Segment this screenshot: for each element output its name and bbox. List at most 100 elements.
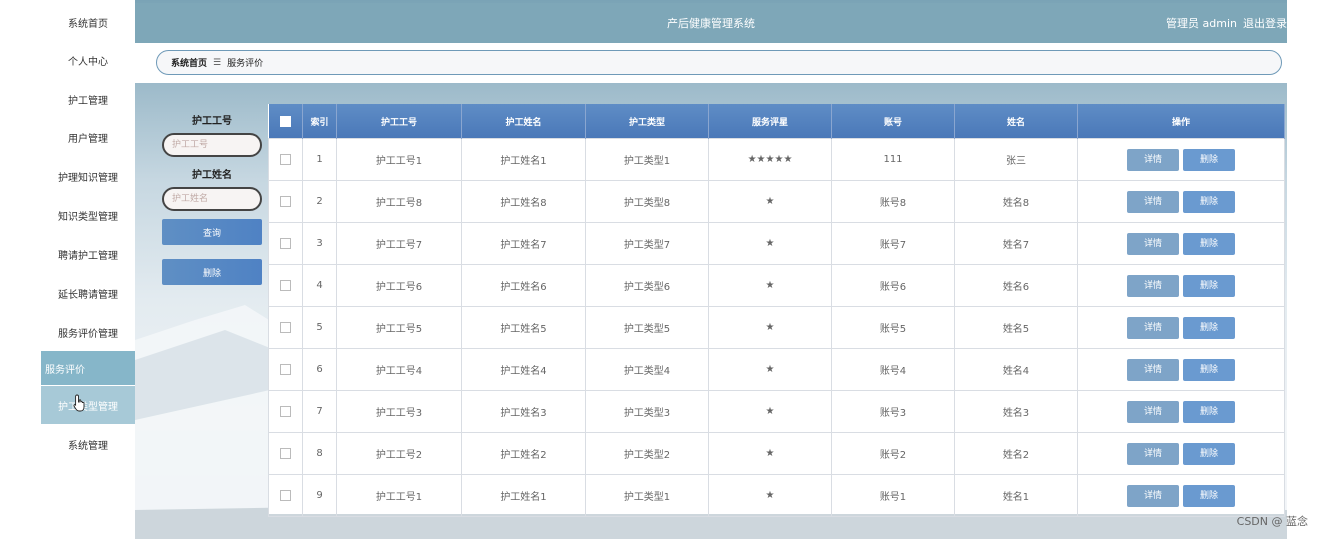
delete-button[interactable]: 删除 (1183, 232, 1235, 255)
worker-name-label: 护工姓名 (192, 170, 232, 181)
breadcrumb: 系统首页 ☰ 服务评价 (156, 50, 1282, 75)
cell-index: 8 (302, 432, 337, 475)
row-checkbox[interactable] (268, 138, 303, 181)
sidebar-item-home[interactable]: 系统首页 (41, 3, 135, 41)
detail-button[interactable]: 详情 (1127, 190, 1179, 213)
separator-icon: ☰ (213, 57, 222, 68)
checkbox-icon (280, 237, 291, 249)
cell-account: 账号7 (831, 222, 955, 265)
sidebar-item-user-management[interactable]: 用户管理 (41, 118, 135, 156)
row-checkbox[interactable] (268, 390, 303, 433)
checkbox-icon (280, 195, 291, 207)
cell-index: 7 (302, 390, 337, 433)
cell-worker-type: 护工类型3 (585, 390, 709, 433)
column-header: 姓名 (954, 104, 1078, 139)
delete-button[interactable]: 删除 (1183, 400, 1235, 423)
cell-actions: 详情 删除 (1077, 180, 1285, 223)
cell-account: 账号8 (831, 180, 955, 223)
cell-rating: ★ (708, 432, 832, 475)
select-all-checkbox[interactable] (268, 104, 303, 139)
query-button[interactable]: 查询 (162, 219, 262, 245)
column-header: 护工类型 (585, 104, 709, 139)
cell-worker-name: 护工姓名8 (461, 180, 586, 223)
cell-index: 1 (302, 138, 337, 181)
cell-rating: ★ (708, 222, 832, 265)
cell-index: 4 (302, 264, 337, 307)
detail-button[interactable]: 详情 (1127, 358, 1179, 381)
sidebar-item-system-management[interactable]: 系统管理 (41, 425, 135, 463)
column-header: 服务评星 (708, 104, 832, 139)
cell-name: 姓名5 (954, 306, 1078, 349)
sidebar-item-extend-hire[interactable]: 延长聘请管理 (41, 274, 135, 312)
detail-button[interactable]: 详情 (1127, 442, 1179, 465)
checkbox-icon (279, 115, 291, 127)
table-row: 9 护工工号1 护工姓名1 护工类型1 ★ 账号1 姓名1 详情 删除 (268, 474, 1285, 517)
breadcrumb-home[interactable]: 系统首页 (171, 56, 207, 69)
sidebar: 系统首页 个人中心 护工管理 用户管理 护理知识管理 知识类型管理 聘请护工管理… (41, 0, 135, 539)
logout-link[interactable]: 退出登录 (1243, 15, 1287, 31)
cell-account: 账号1 (831, 474, 955, 517)
sidebar-item-caregiver-type[interactable]: 护工类型管理 (41, 386, 135, 424)
cell-worker-name: 护工姓名3 (461, 390, 586, 433)
cell-rating: ★ (708, 348, 832, 391)
row-checkbox[interactable] (268, 222, 303, 265)
cell-rating: ★ (708, 180, 832, 223)
sidebar-item-service-review-management[interactable]: 服务评价管理 (41, 313, 135, 351)
delete-button[interactable]: 删除 (1183, 190, 1235, 213)
cell-index: 9 (302, 474, 337, 517)
delete-button[interactable]: 删除 (1183, 316, 1235, 339)
sidebar-item-label: 服务评价管理 (58, 328, 118, 340)
column-header: 索引 (302, 104, 337, 139)
table-row: 3 护工工号7 护工姓名7 护工类型7 ★ 账号7 姓名7 详情 删除 (268, 222, 1285, 265)
sidebar-item-service-review[interactable]: 服务评价 (41, 351, 135, 385)
cell-index: 5 (302, 306, 337, 349)
delete-button[interactable]: 删除 (1183, 274, 1235, 297)
row-checkbox[interactable] (268, 432, 303, 475)
table-row: 2 护工工号8 护工姓名8 护工类型8 ★ 账号8 姓名8 详情 删除 (268, 180, 1285, 223)
sidebar-item-hire-caregiver[interactable]: 聘请护工管理 (41, 235, 135, 273)
delete-button[interactable]: 删除 (1183, 442, 1235, 465)
checkbox-icon (280, 279, 291, 291)
sidebar-item-personal-center[interactable]: 个人中心 (41, 41, 135, 79)
detail-button[interactable]: 详情 (1127, 484, 1179, 507)
cell-account: 111 (831, 138, 955, 181)
table-row: 8 护工工号2 护工姓名2 护工类型2 ★ 账号2 姓名2 详情 删除 (268, 432, 1285, 475)
delete-button[interactable]: 删除 (1183, 484, 1235, 507)
detail-button[interactable]: 详情 (1127, 232, 1179, 255)
checkbox-icon (280, 405, 291, 417)
sidebar-item-label: 护工管理 (68, 95, 108, 107)
sidebar-item-caregiver-management[interactable]: 护工管理 (41, 80, 135, 118)
detail-button[interactable]: 详情 (1127, 148, 1179, 171)
row-checkbox[interactable] (268, 474, 303, 517)
worker-id-label: 护工工号 (192, 116, 232, 127)
delete-button[interactable]: 删除 (1183, 148, 1235, 171)
worker-name-input[interactable] (162, 187, 262, 211)
delete-button[interactable]: 删除 (1183, 358, 1235, 381)
cell-worker-id: 护工工号1 (336, 474, 462, 517)
sidebar-item-knowledge-type[interactable]: 知识类型管理 (41, 196, 135, 234)
cell-name: 张三 (954, 138, 1078, 181)
row-checkbox[interactable] (268, 348, 303, 391)
cell-worker-name: 护工姓名1 (461, 474, 586, 517)
batch-delete-button[interactable]: 删除 (162, 259, 262, 285)
worker-id-input[interactable] (162, 133, 262, 157)
row-checkbox[interactable] (268, 180, 303, 223)
cell-worker-id: 护工工号1 (336, 138, 462, 181)
cell-rating: ★ (708, 474, 832, 517)
detail-button[interactable]: 详情 (1127, 274, 1179, 297)
row-checkbox[interactable] (268, 264, 303, 307)
sidebar-item-care-knowledge[interactable]: 护理知识管理 (41, 157, 135, 195)
detail-button[interactable]: 详情 (1127, 400, 1179, 423)
cell-account: 账号4 (831, 348, 955, 391)
cell-worker-name: 护工姓名1 (461, 138, 586, 181)
cell-worker-type: 护工类型1 (585, 138, 709, 181)
row-checkbox[interactable] (268, 306, 303, 349)
detail-button[interactable]: 详情 (1127, 316, 1179, 339)
watermark: CSDN @ 蓝念 (1236, 515, 1308, 528)
cell-name: 姓名8 (954, 180, 1078, 223)
cell-rating: ★★★★★ (708, 138, 832, 181)
cell-actions: 详情 删除 (1077, 432, 1285, 475)
sidebar-item-label: 个人中心 (68, 56, 108, 68)
user-label: 管理员 admin (1166, 17, 1237, 30)
cell-name: 姓名7 (954, 222, 1078, 265)
